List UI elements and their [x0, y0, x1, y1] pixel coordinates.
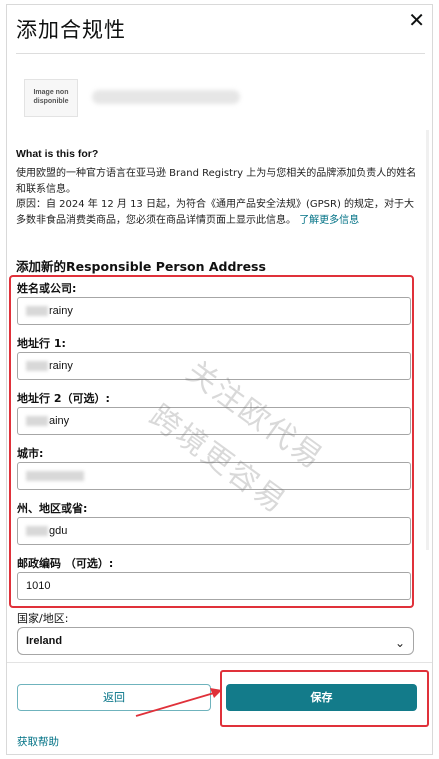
footer-divider — [7, 662, 432, 663]
learn-more-link[interactable]: 了解更多信息 — [299, 215, 359, 226]
city-input[interactable] — [17, 462, 411, 490]
field-label-city: 城市: — [17, 447, 44, 460]
state-input[interactable]: gdu — [17, 517, 411, 545]
name-company-input[interactable]: rainy — [17, 297, 411, 325]
info-description: 使用欧盟的一种官方语言在亚马逊 Brand Registry 上为与您相关的品牌… — [16, 168, 417, 195]
title-divider — [16, 53, 425, 54]
redacted-text — [26, 526, 48, 537]
info-heading: What is this for? — [16, 148, 99, 160]
field-label-state: 州、地区或省: — [17, 502, 88, 515]
annotation-arrow-icon — [135, 688, 222, 717]
section-title: 添加新的Responsible Person Address — [16, 259, 266, 274]
redacted-text — [26, 416, 48, 427]
country-value: Ireland — [26, 635, 63, 647]
modal-title: 添加合规性 — [16, 18, 126, 42]
save-button[interactable]: 保存 — [226, 684, 417, 711]
state-value: gdu — [49, 525, 68, 537]
field-label-postal: 邮政编码 （可选）: — [17, 557, 114, 570]
brand-name-redacted — [92, 90, 240, 104]
country-select[interactable]: Ireland ⌄ — [17, 627, 414, 655]
address-line1-input[interactable]: rainy — [17, 352, 411, 380]
postal-code-input[interactable]: 1010 — [17, 572, 411, 600]
scrollbar[interactable] — [426, 130, 429, 550]
country-label: 国家/地区: — [17, 612, 69, 625]
address-line1-value: rainy — [49, 360, 73, 372]
field-label-address2: 地址行 2（可选）: — [17, 392, 110, 405]
name-company-value: rainy — [49, 305, 73, 317]
info-reason: 原因：自 2024 年 12 月 13 日起，为符合《通用产品安全法规》(GPS… — [16, 197, 421, 228]
get-help-link[interactable]: 获取帮助 — [17, 734, 59, 749]
close-icon[interactable]: ✕ — [408, 10, 425, 30]
address-line2-value: ainy — [49, 415, 70, 427]
redacted-text — [26, 306, 48, 317]
brand-image-placeholder: Image non disponible — [24, 79, 78, 117]
field-label-name: 姓名或公司: — [17, 282, 77, 295]
redacted-text — [26, 361, 48, 372]
field-label-address1: 地址行 1: — [17, 337, 66, 350]
address-line2-input[interactable]: ainy — [17, 407, 411, 435]
chevron-down-icon: ⌄ — [394, 636, 405, 650]
redacted-text — [26, 471, 84, 482]
